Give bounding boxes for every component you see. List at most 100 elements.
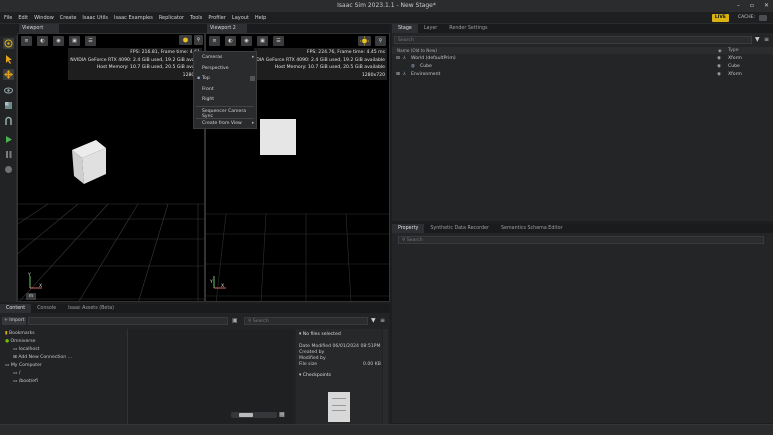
stop-icon[interactable] <box>3 164 14 175</box>
stage-row-cube[interactable]: ◍ Cube ◉ Cube <box>392 63 771 71</box>
minimize-button[interactable]: – <box>737 0 740 12</box>
file-placeholder-icon <box>328 392 350 422</box>
cube-object[interactable] <box>70 138 108 184</box>
bookmark-icon: ▮ <box>5 331 8 336</box>
unit-badge[interactable]: m <box>26 293 36 300</box>
menu-layout[interactable]: Layout <box>231 15 250 21</box>
tab-layer[interactable]: Layer <box>418 24 443 33</box>
tab-synthetic-data-recorder[interactable]: Synthetic Data Recorder <box>424 224 495 233</box>
menu-file[interactable]: File <box>3 15 13 21</box>
settings-icon[interactable]: ≡ <box>21 35 32 46</box>
stage-row-world[interactable]: ⊟ ⅄ World (defaultPrim) ◉ Xform <box>392 55 771 63</box>
type-column-header[interactable]: Type <box>728 47 739 54</box>
viewport-1[interactable]: ≡ ◐ ◉ ▣ ☰ FPS: 216.81, Frame time: 4.61 … <box>17 33 205 302</box>
stage-row-environment[interactable]: ⊞ ⅄ Environment ◉ Xform <box>392 71 771 79</box>
grid-view-icon[interactable]: ▦ <box>279 411 285 418</box>
menu-window[interactable]: Window <box>33 15 55 21</box>
content-search-input[interactable]: ⚲ Search <box>244 317 368 325</box>
expand-icon[interactable]: ⊞ <box>396 71 400 79</box>
maximize-button[interactable]: ▫ <box>750 0 754 12</box>
visibility-icon[interactable]: ☰ <box>85 35 96 46</box>
property-search-input[interactable]: ⚲ Search <box>398 236 764 244</box>
stage-search-input[interactable]: Search <box>394 36 752 44</box>
visibility-icon[interactable]: ◉ <box>717 63 721 71</box>
logo-icon[interactable] <box>3 38 14 49</box>
menu-isaac-examples[interactable]: Isaac Examples <box>113 15 154 21</box>
close-button[interactable]: ✕ <box>764 0 769 12</box>
details-scrollbar[interactable] <box>383 329 388 424</box>
tab-viewport-2[interactable]: Viewport 2 <box>207 24 247 33</box>
options-icon[interactable]: ≡ <box>380 317 385 324</box>
zoom-slider-handle[interactable] <box>239 413 253 417</box>
tab-isaac-assets[interactable]: Isaac Assets (Beta) <box>62 304 120 313</box>
menu-item-right[interactable]: Right <box>202 97 214 102</box>
menu-bar: File Edit Window Create Isaac Utils Isaa… <box>0 12 773 24</box>
menu-item-create-from-view[interactable]: Create from View <box>202 121 242 126</box>
eye-icon[interactable]: ◉ <box>241 35 252 46</box>
scale-icon[interactable] <box>3 100 14 111</box>
tree-bookmarks[interactable]: ▮ Bookmarks <box>5 331 35 336</box>
filter-icon[interactable]: ▼ <box>371 317 376 324</box>
tree-root[interactable]: ▭ / <box>13 371 20 376</box>
menu-create[interactable]: Create <box>59 15 78 21</box>
path-input[interactable] <box>28 317 228 325</box>
select-icon[interactable] <box>3 54 14 65</box>
menu-item-cameras[interactable]: Cameras <box>202 55 222 60</box>
move-icon[interactable] <box>3 69 14 80</box>
light-icon[interactable] <box>358 36 371 46</box>
expand-icon[interactable]: ⊟ <box>396 55 400 63</box>
checkpoints-header[interactable]: ▾ Checkpoints <box>299 373 331 378</box>
pin-icon[interactable]: ⚲ <box>194 35 203 45</box>
tab-content[interactable]: Content <box>0 304 32 313</box>
menu-profiler[interactable]: Profiler <box>207 15 227 21</box>
visibility-icon[interactable]: ☰ <box>273 35 284 46</box>
menu-help[interactable]: Help <box>254 15 267 21</box>
cube-object[interactable] <box>260 119 296 155</box>
bookmark-icon[interactable]: ▣ <box>232 317 238 324</box>
pin-icon[interactable]: ⚲ <box>375 36 386 46</box>
tab-viewport[interactable]: Viewport <box>19 24 59 33</box>
cache-toggle[interactable] <box>759 15 767 21</box>
tree-omniverse[interactable]: ● Omniverse <box>5 339 35 344</box>
options-icon[interactable]: ≡ <box>764 36 769 43</box>
content-tabbar: Content Console Isaac Assets (Beta) <box>0 304 390 313</box>
render-mode-icon[interactable]: ◐ <box>225 35 236 46</box>
pause-icon[interactable] <box>3 149 14 160</box>
name-column-header[interactable]: Name (Old to New) <box>397 47 437 54</box>
tree-boot-efi[interactable]: ▭ /boot/efi <box>13 379 38 384</box>
camera-icon[interactable]: ▣ <box>257 35 268 46</box>
tree-my-computer[interactable]: ▭ My Computer <box>5 363 42 368</box>
tab-console[interactable]: Console <box>31 304 62 313</box>
camera-icon[interactable]: ▣ <box>69 35 80 46</box>
render-mode-icon[interactable]: ◐ <box>37 35 48 46</box>
menu-item-top[interactable]: Top <box>202 76 210 81</box>
menu-edit[interactable]: Edit <box>17 15 29 21</box>
settings-icon[interactable]: ≡ <box>209 35 220 46</box>
tab-semantics-schema-editor[interactable]: Semantics Schema Editor <box>495 224 569 233</box>
snap-icon[interactable] <box>3 116 14 127</box>
eye-icon[interactable]: ◉ <box>53 35 64 46</box>
import-button[interactable]: + Import <box>2 317 26 325</box>
drive-icon: ▭ <box>13 379 18 384</box>
live-badge[interactable]: LIVE <box>711 14 729 22</box>
tree-localhost[interactable]: ▭ localhost <box>13 347 39 352</box>
tab-stage[interactable]: Stage <box>392 24 418 33</box>
visibility-icon[interactable]: ◉ <box>717 71 721 79</box>
tree-add-connection[interactable]: ⊞ Add New Connection ... <box>13 355 72 360</box>
tab-render-settings[interactable]: Render Settings <box>443 24 493 33</box>
menu-isaac-utils[interactable]: Isaac Utils <box>81 15 109 21</box>
play-icon[interactable] <box>3 134 14 145</box>
file-grid[interactable]: ▦ <box>128 329 294 424</box>
menu-replicator[interactable]: Replicator <box>158 15 185 21</box>
menu-tools[interactable]: Tools <box>189 15 203 21</box>
rotate-icon[interactable] <box>3 85 14 96</box>
gpu-text: NVIDIA GeForce RTX 4090: 2.4 GiB used, 1… <box>70 57 200 63</box>
visibility-icon[interactable]: ◉ <box>717 55 721 63</box>
tab-property[interactable]: Property <box>392 224 425 233</box>
filter-icon[interactable]: ▼ <box>755 36 760 43</box>
menu-item-perspective[interactable]: Perspective <box>202 66 229 71</box>
light-icon[interactable] <box>179 35 192 45</box>
zoom-slider[interactable] <box>231 412 277 418</box>
menu-item-front[interactable]: Front <box>202 87 214 92</box>
axis-y-label: Y <box>28 273 31 278</box>
